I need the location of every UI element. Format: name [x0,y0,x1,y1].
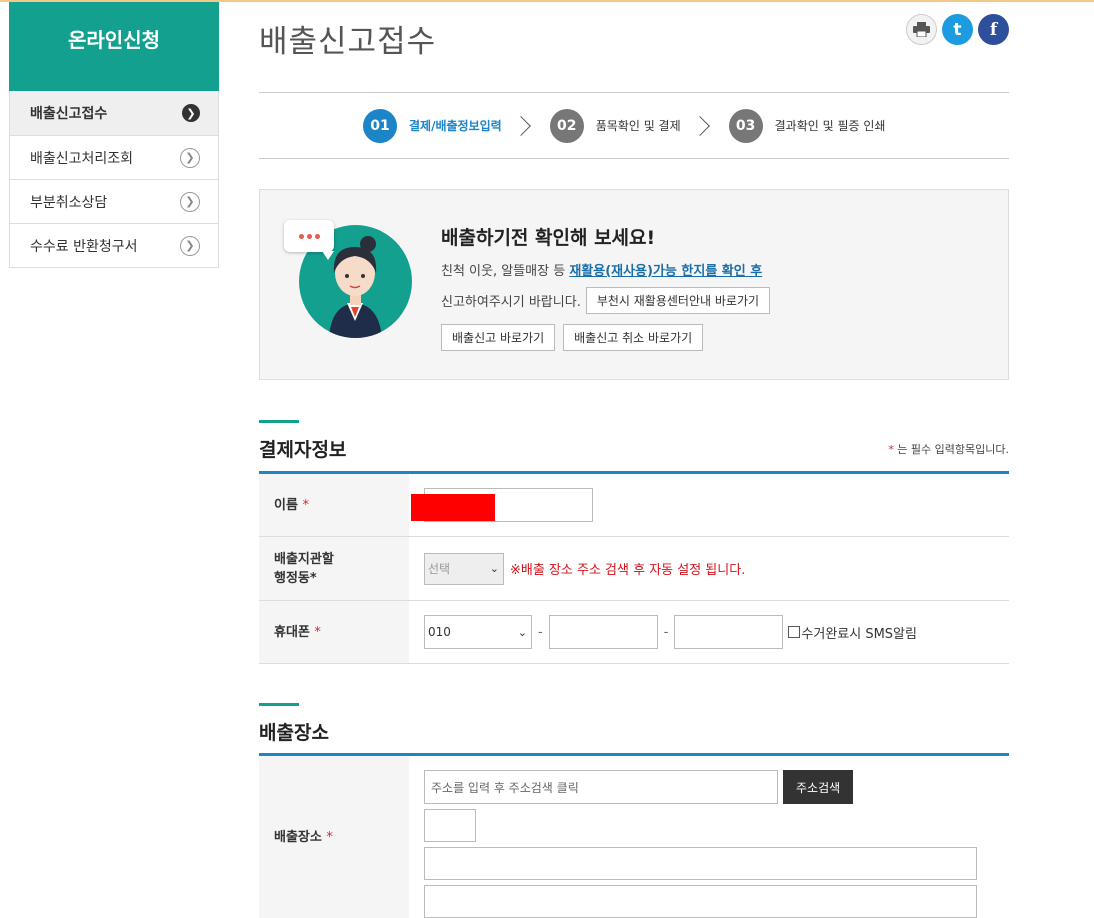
place-cell: 주소를 입력 후 주소검색 클릭 주소검색 [409,756,1009,918]
step-label: 결과확인 및 필증 인쇄 [774,119,886,133]
name-label: 이름 * [259,474,409,536]
payer-form: 이름 * 배출지관할 행정동* 선택 ⌄ ※배출 장소 주소 검색 후 자동 설정 … [259,474,1009,664]
notice-box: 배출하기전 확인해 보세요! 친척 이웃, 알뜰매장 등 재활용(재사용)가능 … [259,189,1009,380]
notice-title: 배출하기전 확인해 보세요! [441,227,656,249]
sidebar-menu: 배출신고접수 ❯ 배출신고처리조회 ❯ 부분취소상담 ❯ 수수료 반환청구서 ❯ [9,91,219,268]
sidebar-title: 온라인신청 [9,2,219,91]
step-number: 01 [363,108,397,143]
step-2: 02 품목확인 및 결제 [549,108,681,143]
share-toolbar: t f [906,14,1009,45]
twitter-icon[interactable]: t [942,14,973,45]
notice-text: 친척 이웃, 알뜰매장 등 [441,264,570,279]
address-search-row: 주소를 입력 후 주소검색 클릭 주소검색 [424,770,854,804]
form-row-district: 배출지관할 행정동* 선택 ⌄ ※배출 장소 주소 검색 후 자동 설정 됩니다. [259,537,1009,601]
district-cell: 선택 ⌄ ※배출 장소 주소 검색 후 자동 설정 됩니다. [409,537,1009,600]
district-warning: ※배출 장소 주소 검색 후 자동 설정 됩니다. [510,563,746,578]
phone-prefix-select[interactable]: 010 ⌄ [424,615,532,649]
name-input[interactable] [411,488,593,522]
section-accent-bar [259,703,299,706]
chevron-right-icon: ❯ [180,235,200,256]
recycle-check-link[interactable]: 재활용(재사용)가능 한지를 확인 후 [569,264,762,279]
required-note: * 는 필수 입력항목입니다. [888,441,1009,457]
form-row-phone: 휴대폰 * 010 ⌄ - - 수거완료시 SMS알림 [259,601,1009,664]
district-label: 배출지관할 행정동* [259,537,409,600]
sidebar-item-report-status[interactable]: 배출신고처리조회 ❯ [10,135,218,179]
page-title: 배출신고접수 [259,24,437,60]
required-note-text: 는 필수 입력항목입니다. [893,443,1009,456]
chevron-right-icon: ❯ [180,191,200,212]
phone-last-input[interactable] [674,615,784,649]
postcode-input[interactable] [424,809,476,842]
phone-cell: 010 ⌄ - - 수거완료시 SMS알림 [409,601,1009,663]
notice-text-line2: 신고하여주시기 바랍니다. 부천시 재활용센터안내 바로가기 [441,287,771,314]
step-number: 03 [728,108,763,143]
sms-alert-checkbox[interactable]: 수거완료시 SMS알림 [788,623,917,642]
step-3: 03 결과확인 및 필증 인쇄 [728,108,886,143]
district-select[interactable]: 선택 ⌄ [424,552,504,585]
payer-section-title: 결제자정보 [259,439,347,461]
notice-text: 신고하여주시기 바랍니다. [441,295,581,310]
go-cancel-report-button[interactable]: 배출신고 취소 바로가기 [563,324,704,351]
checkbox-box[interactable] [788,626,801,638]
sidebar-item-label: 배출신고처리조회 [30,150,134,167]
print-icon[interactable] [906,14,937,45]
go-report-button[interactable]: 배출신고 바로가기 [441,324,556,351]
step-number: 02 [549,108,584,143]
name-cell [409,474,1009,536]
chevron-right-icon [689,115,710,136]
facebook-icon[interactable]: f [978,14,1009,45]
chevron-right-icon: ❯ [182,104,200,122]
address-detail-input[interactable] [424,847,977,880]
address-input[interactable]: 주소를 입력 후 주소검색 클릭 [424,770,778,804]
place-section-title: 배출장소 [259,722,329,744]
phone-dash: - [538,624,543,640]
chevron-right-icon: ❯ [180,147,200,168]
address-extra-input[interactable] [424,885,977,918]
place-label: 배출장소 * [259,756,409,918]
phone-label: 휴대폰 * [259,601,409,663]
form-row-name: 이름 * [259,474,1009,537]
notice-buttons: 배출신고 바로가기 배출신고 취소 바로가기 [441,324,704,351]
chevron-right-icon [510,115,531,136]
sidebar-item-label: 수수료 반환청구서 [30,238,138,255]
progress-steps: 01 결제/배출정보입력 02 품목확인 및 결제 03 결과확인 및 필증 인… [259,92,1009,159]
sidebar-item-label: 부분취소상담 [30,194,108,211]
section-accent-bar [259,420,299,423]
redacted-mark [411,494,495,521]
chevron-down-icon: ⌄ [517,625,527,639]
sidebar: 온라인신청 배출신고접수 ❯ 배출신고처리조회 ❯ 부분취소상담 ❯ 수수료 반… [9,2,219,268]
chevron-down-icon: ⌄ [489,562,499,575]
form-row-place: 배출장소 * 주소를 입력 후 주소검색 클릭 주소검색 [259,756,1009,918]
notice-text-line1: 친척 이웃, 알뜰매장 등 재활용(재사용)가능 한지를 확인 후 [441,260,762,279]
phone-dash: - [663,624,669,640]
step-label: 결제/배출정보입력 [409,119,502,133]
speech-bubble-icon [284,220,334,260]
sidebar-item-fee-refund[interactable]: 수수료 반환청구서 ❯ [10,223,218,267]
phone-middle-input[interactable] [548,615,658,649]
sidebar-item-report-receipt[interactable]: 배출신고접수 ❯ [10,91,218,135]
place-form: 배출장소 * 주소를 입력 후 주소검색 클릭 주소검색 [259,756,1009,918]
sidebar-item-partial-cancel[interactable]: 부분취소상담 ❯ [10,179,218,223]
sidebar-item-label: 배출신고접수 [30,106,108,122]
recycle-center-button[interactable]: 부천시 재활용센터안내 바로가기 [585,287,771,314]
address-search-button[interactable]: 주소검색 [783,770,854,804]
step-label: 품목확인 및 결제 [595,119,681,133]
step-1: 01 결제/배출정보입력 [363,108,502,143]
